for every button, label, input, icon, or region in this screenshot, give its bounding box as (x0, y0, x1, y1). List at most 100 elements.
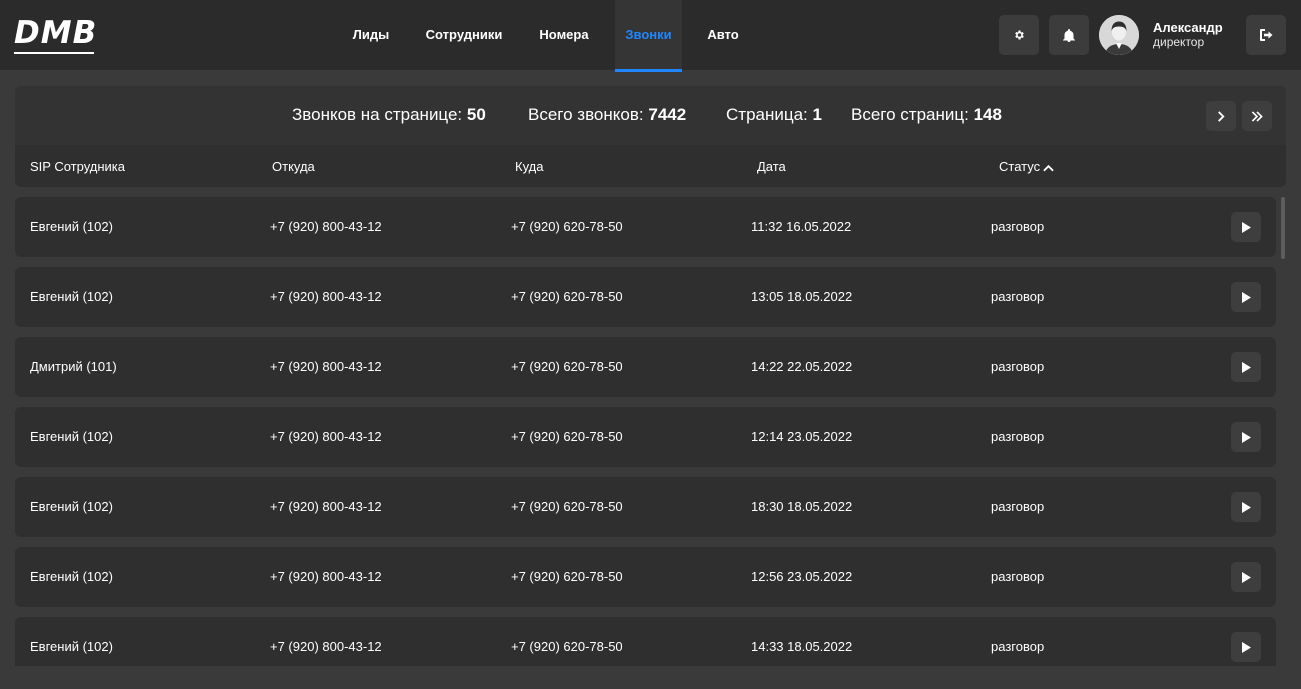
table-row[interactable]: Евгений (102) +7 (920) 800-43-12 +7 (920… (15, 617, 1276, 666)
nav-item-employees[interactable]: Сотрудники (414, 0, 514, 70)
next-page-button[interactable] (1206, 101, 1236, 131)
calls-summary-panel: Звонков на странице: 50 Всего звонков: 7… (15, 86, 1286, 187)
table-row[interactable]: Евгений (102) +7 (920) 800-43-12 +7 (920… (15, 547, 1276, 607)
user-name: Александр (1153, 20, 1223, 35)
play-icon (1241, 291, 1251, 303)
cell-to: +7 (920) 620-78-50 (511, 499, 623, 514)
cell-sip: Евгений (102) (30, 219, 113, 234)
cell-to: +7 (920) 620-78-50 (511, 569, 623, 584)
play-button[interactable] (1231, 422, 1261, 452)
table-row[interactable]: Евгений (102) +7 (920) 800-43-12 +7 (920… (15, 267, 1276, 327)
play-button[interactable] (1231, 282, 1261, 312)
play-button[interactable] (1231, 352, 1261, 382)
nav-item-numbers[interactable]: Номера (528, 0, 600, 70)
total-calls-value: 7442 (648, 105, 687, 124)
play-button[interactable] (1231, 632, 1261, 662)
total-pages-value: 148 (973, 105, 1002, 124)
play-button[interactable] (1231, 492, 1261, 522)
play-button[interactable] (1231, 562, 1261, 592)
summary-row: Звонков на странице: 50 Всего звонков: 7… (15, 86, 1286, 145)
cell-sip: Евгений (102) (30, 429, 113, 444)
cell-date: 18:30 18.05.2022 (751, 499, 853, 514)
calls-per-page-value: 50 (466, 105, 486, 124)
logout-button[interactable] (1246, 15, 1286, 55)
cell-status: разговор (991, 569, 1045, 584)
double-chevron-right-icon (1251, 110, 1263, 122)
cell-date: 11:32 16.05.2022 (751, 219, 852, 234)
cell-date: 14:33 18.05.2022 (751, 639, 853, 654)
cell-from: +7 (920) 800-43-12 (270, 499, 382, 514)
user-role: директор (1153, 35, 1205, 49)
cell-date: 12:56 23.05.2022 (751, 569, 853, 584)
column-header-status-label: Статус (999, 159, 1041, 174)
column-header-from[interactable]: Откуда (272, 159, 315, 174)
cell-from: +7 (920) 800-43-12 (270, 569, 382, 584)
play-icon (1241, 501, 1251, 513)
chevron-up-icon (1043, 164, 1054, 171)
table-row[interactable]: Евгений (102) +7 (920) 800-43-12 +7 (920… (15, 407, 1276, 467)
calls-per-page: Звонков на странице: 50 (292, 105, 486, 125)
table-row[interactable]: Евгений (102) +7 (920) 800-43-12 +7 (920… (15, 197, 1276, 257)
bell-icon (1063, 28, 1075, 42)
cell-to: +7 (920) 620-78-50 (511, 359, 623, 374)
cell-sip: Евгений (102) (30, 499, 113, 514)
cell-from: +7 (920) 800-43-12 (270, 359, 382, 374)
total-calls-label: Всего звонков: (528, 105, 644, 124)
logo-text: DMB (14, 15, 98, 51)
current-page-value: 1 (812, 105, 822, 124)
cell-sip: Дмитрий (101) (30, 359, 117, 374)
logo[interactable]: DMB (14, 15, 98, 54)
play-button[interactable] (1231, 212, 1261, 242)
cell-status: разговор (991, 359, 1045, 374)
cell-date: 13:05 18.05.2022 (751, 289, 853, 304)
cell-status: разговор (991, 639, 1045, 654)
total-pages-label: Всего страниц: (851, 105, 969, 124)
cell-sip: Евгений (102) (30, 569, 113, 584)
play-icon (1241, 431, 1251, 443)
gear-icon (1015, 30, 1024, 40)
current-page: Страница: 1 (726, 105, 822, 125)
cell-date: 14:22 22.05.2022 (751, 359, 853, 374)
cell-from: +7 (920) 800-43-12 (270, 219, 382, 234)
notifications-button[interactable] (1049, 15, 1089, 55)
nav-item-calls[interactable]: Звонки (615, 0, 682, 72)
cell-date: 12:14 23.05.2022 (751, 429, 853, 444)
avatar[interactable] (1099, 15, 1139, 55)
play-icon (1241, 361, 1251, 373)
column-header-status[interactable]: Статус (999, 159, 1054, 174)
user-avatar-icon (1099, 15, 1139, 55)
logo-underline (14, 52, 94, 54)
nav-item-auto[interactable]: Авто (697, 0, 749, 70)
settings-button[interactable] (999, 15, 1039, 55)
column-header-date[interactable]: Дата (757, 159, 786, 174)
play-icon (1241, 221, 1251, 233)
calls-table-body: Евгений (102) +7 (920) 800-43-12 +7 (920… (15, 197, 1276, 666)
nav-item-leads[interactable]: Лиды (341, 0, 401, 70)
vertical-scrollbar[interactable] (1281, 197, 1285, 666)
cell-to: +7 (920) 620-78-50 (511, 429, 623, 444)
column-header-to[interactable]: Куда (515, 159, 543, 174)
cell-sip: Евгений (102) (30, 289, 113, 304)
table-row[interactable]: Евгений (102) +7 (920) 800-43-12 +7 (920… (15, 477, 1276, 537)
cell-to: +7 (920) 620-78-50 (511, 219, 623, 234)
total-calls: Всего звонков: 7442 (528, 105, 686, 125)
top-header: DMB Лиды Сотрудники Номера Звонки Авто А… (0, 0, 1301, 72)
calls-per-page-label: Звонков на странице: (292, 105, 463, 124)
cell-sip: Евгений (102) (30, 639, 113, 654)
column-header-sip[interactable]: SIP Сотрудника (30, 159, 125, 174)
cell-to: +7 (920) 620-78-50 (511, 289, 623, 304)
total-pages: Всего страниц: 148 (851, 105, 1002, 125)
logout-icon (1259, 29, 1272, 41)
cell-status: разговор (991, 429, 1045, 444)
cell-from: +7 (920) 800-43-12 (270, 289, 382, 304)
cell-status: разговор (991, 499, 1045, 514)
current-page-label: Страница: (726, 105, 808, 124)
play-icon (1241, 571, 1251, 583)
last-page-button[interactable] (1242, 101, 1272, 131)
cell-status: разговор (991, 289, 1045, 304)
cell-status: разговор (991, 219, 1045, 234)
scrollbar-thumb[interactable] (1281, 197, 1285, 259)
table-row[interactable]: Дмитрий (101) +7 (920) 800-43-12 +7 (920… (15, 337, 1276, 397)
chevron-right-icon (1218, 110, 1225, 122)
cell-to: +7 (920) 620-78-50 (511, 639, 623, 654)
